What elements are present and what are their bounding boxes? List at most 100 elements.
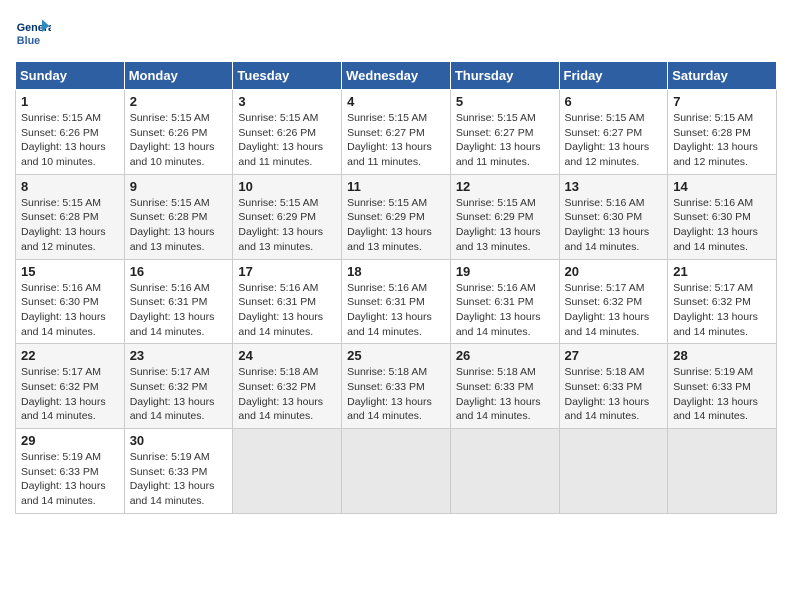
- calendar-cell: 8 Sunrise: 5:15 AM Sunset: 6:28 PM Dayli…: [16, 174, 125, 259]
- day-detail: Sunrise: 5:15 AM Sunset: 6:27 PM Dayligh…: [347, 111, 445, 170]
- day-detail: Sunrise: 5:17 AM Sunset: 6:32 PM Dayligh…: [673, 281, 771, 340]
- calendar-cell: [559, 429, 668, 514]
- day-number: 28: [673, 348, 771, 363]
- day-number: 4: [347, 94, 445, 109]
- day-detail: Sunrise: 5:19 AM Sunset: 6:33 PM Dayligh…: [130, 450, 228, 509]
- day-number: 16: [130, 264, 228, 279]
- calendar-cell: 6 Sunrise: 5:15 AM Sunset: 6:27 PM Dayli…: [559, 90, 668, 175]
- calendar-cell: [668, 429, 777, 514]
- calendar-week-3: 15 Sunrise: 5:16 AM Sunset: 6:30 PM Dayl…: [16, 259, 777, 344]
- calendar-cell: 15 Sunrise: 5:16 AM Sunset: 6:30 PM Dayl…: [16, 259, 125, 344]
- calendar-cell: 30 Sunrise: 5:19 AM Sunset: 6:33 PM Dayl…: [124, 429, 233, 514]
- day-detail: Sunrise: 5:15 AM Sunset: 6:28 PM Dayligh…: [21, 196, 119, 255]
- day-number: 27: [565, 348, 663, 363]
- calendar-cell: 17 Sunrise: 5:16 AM Sunset: 6:31 PM Dayl…: [233, 259, 342, 344]
- weekday-header-thursday: Thursday: [450, 62, 559, 90]
- day-detail: Sunrise: 5:16 AM Sunset: 6:31 PM Dayligh…: [238, 281, 336, 340]
- day-number: 21: [673, 264, 771, 279]
- day-number: 29: [21, 433, 119, 448]
- day-number: 6: [565, 94, 663, 109]
- day-number: 12: [456, 179, 554, 194]
- weekday-header-monday: Monday: [124, 62, 233, 90]
- day-detail: Sunrise: 5:16 AM Sunset: 6:30 PM Dayligh…: [673, 196, 771, 255]
- day-detail: Sunrise: 5:18 AM Sunset: 6:32 PM Dayligh…: [238, 365, 336, 424]
- day-detail: Sunrise: 5:18 AM Sunset: 6:33 PM Dayligh…: [347, 365, 445, 424]
- calendar-cell: 10 Sunrise: 5:15 AM Sunset: 6:29 PM Dayl…: [233, 174, 342, 259]
- day-detail: Sunrise: 5:16 AM Sunset: 6:31 PM Dayligh…: [347, 281, 445, 340]
- day-detail: Sunrise: 5:15 AM Sunset: 6:28 PM Dayligh…: [130, 196, 228, 255]
- day-number: 13: [565, 179, 663, 194]
- calendar-cell: 12 Sunrise: 5:15 AM Sunset: 6:29 PM Dayl…: [450, 174, 559, 259]
- calendar-cell: 13 Sunrise: 5:16 AM Sunset: 6:30 PM Dayl…: [559, 174, 668, 259]
- weekday-header-wednesday: Wednesday: [342, 62, 451, 90]
- day-number: 7: [673, 94, 771, 109]
- day-detail: Sunrise: 5:17 AM Sunset: 6:32 PM Dayligh…: [565, 281, 663, 340]
- day-detail: Sunrise: 5:15 AM Sunset: 6:26 PM Dayligh…: [21, 111, 119, 170]
- day-detail: Sunrise: 5:17 AM Sunset: 6:32 PM Dayligh…: [130, 365, 228, 424]
- calendar-cell: 29 Sunrise: 5:19 AM Sunset: 6:33 PM Dayl…: [16, 429, 125, 514]
- logo: General Blue: [15, 15, 51, 51]
- day-number: 8: [21, 179, 119, 194]
- day-detail: Sunrise: 5:15 AM Sunset: 6:28 PM Dayligh…: [673, 111, 771, 170]
- day-number: 23: [130, 348, 228, 363]
- calendar-cell: 27 Sunrise: 5:18 AM Sunset: 6:33 PM Dayl…: [559, 344, 668, 429]
- day-number: 25: [347, 348, 445, 363]
- weekday-header-saturday: Saturday: [668, 62, 777, 90]
- calendar-cell: 20 Sunrise: 5:17 AM Sunset: 6:32 PM Dayl…: [559, 259, 668, 344]
- calendar-cell: 7 Sunrise: 5:15 AM Sunset: 6:28 PM Dayli…: [668, 90, 777, 175]
- day-number: 15: [21, 264, 119, 279]
- day-detail: Sunrise: 5:18 AM Sunset: 6:33 PM Dayligh…: [456, 365, 554, 424]
- day-number: 17: [238, 264, 336, 279]
- calendar-week-1: 1 Sunrise: 5:15 AM Sunset: 6:26 PM Dayli…: [16, 90, 777, 175]
- calendar-cell: 4 Sunrise: 5:15 AM Sunset: 6:27 PM Dayli…: [342, 90, 451, 175]
- day-number: 5: [456, 94, 554, 109]
- day-number: 30: [130, 433, 228, 448]
- day-detail: Sunrise: 5:15 AM Sunset: 6:29 PM Dayligh…: [456, 196, 554, 255]
- weekday-header-sunday: Sunday: [16, 62, 125, 90]
- day-detail: Sunrise: 5:15 AM Sunset: 6:26 PM Dayligh…: [238, 111, 336, 170]
- calendar-week-5: 29 Sunrise: 5:19 AM Sunset: 6:33 PM Dayl…: [16, 429, 777, 514]
- page-header: General Blue: [15, 15, 777, 51]
- day-detail: Sunrise: 5:15 AM Sunset: 6:27 PM Dayligh…: [456, 111, 554, 170]
- day-detail: Sunrise: 5:19 AM Sunset: 6:33 PM Dayligh…: [21, 450, 119, 509]
- day-detail: Sunrise: 5:19 AM Sunset: 6:33 PM Dayligh…: [673, 365, 771, 424]
- calendar-cell: [342, 429, 451, 514]
- weekday-header-tuesday: Tuesday: [233, 62, 342, 90]
- calendar-cell: 9 Sunrise: 5:15 AM Sunset: 6:28 PM Dayli…: [124, 174, 233, 259]
- calendar-cell: 18 Sunrise: 5:16 AM Sunset: 6:31 PM Dayl…: [342, 259, 451, 344]
- calendar-cell: 26 Sunrise: 5:18 AM Sunset: 6:33 PM Dayl…: [450, 344, 559, 429]
- calendar-cell: 1 Sunrise: 5:15 AM Sunset: 6:26 PM Dayli…: [16, 90, 125, 175]
- calendar-cell: 19 Sunrise: 5:16 AM Sunset: 6:31 PM Dayl…: [450, 259, 559, 344]
- day-number: 2: [130, 94, 228, 109]
- calendar-cell: 23 Sunrise: 5:17 AM Sunset: 6:32 PM Dayl…: [124, 344, 233, 429]
- calendar-cell: 2 Sunrise: 5:15 AM Sunset: 6:26 PM Dayli…: [124, 90, 233, 175]
- day-number: 11: [347, 179, 445, 194]
- calendar-cell: 28 Sunrise: 5:19 AM Sunset: 6:33 PM Dayl…: [668, 344, 777, 429]
- calendar-cell: 11 Sunrise: 5:15 AM Sunset: 6:29 PM Dayl…: [342, 174, 451, 259]
- day-number: 1: [21, 94, 119, 109]
- day-detail: Sunrise: 5:18 AM Sunset: 6:33 PM Dayligh…: [565, 365, 663, 424]
- calendar-cell: 3 Sunrise: 5:15 AM Sunset: 6:26 PM Dayli…: [233, 90, 342, 175]
- calendar-header-row: SundayMondayTuesdayWednesdayThursdayFrid…: [16, 62, 777, 90]
- svg-text:Blue: Blue: [17, 35, 40, 47]
- day-number: 19: [456, 264, 554, 279]
- day-detail: Sunrise: 5:16 AM Sunset: 6:30 PM Dayligh…: [21, 281, 119, 340]
- day-number: 22: [21, 348, 119, 363]
- day-detail: Sunrise: 5:17 AM Sunset: 6:32 PM Dayligh…: [21, 365, 119, 424]
- day-detail: Sunrise: 5:16 AM Sunset: 6:30 PM Dayligh…: [565, 196, 663, 255]
- calendar-table: SundayMondayTuesdayWednesdayThursdayFrid…: [15, 61, 777, 514]
- calendar-cell: 22 Sunrise: 5:17 AM Sunset: 6:32 PM Dayl…: [16, 344, 125, 429]
- calendar-cell: 25 Sunrise: 5:18 AM Sunset: 6:33 PM Dayl…: [342, 344, 451, 429]
- day-detail: Sunrise: 5:15 AM Sunset: 6:27 PM Dayligh…: [565, 111, 663, 170]
- day-number: 26: [456, 348, 554, 363]
- day-number: 10: [238, 179, 336, 194]
- weekday-header-friday: Friday: [559, 62, 668, 90]
- day-number: 18: [347, 264, 445, 279]
- day-number: 24: [238, 348, 336, 363]
- logo-icon: General Blue: [15, 15, 51, 51]
- calendar-cell: [450, 429, 559, 514]
- day-detail: Sunrise: 5:15 AM Sunset: 6:29 PM Dayligh…: [238, 196, 336, 255]
- calendar-cell: 5 Sunrise: 5:15 AM Sunset: 6:27 PM Dayli…: [450, 90, 559, 175]
- day-number: 9: [130, 179, 228, 194]
- calendar-body: 1 Sunrise: 5:15 AM Sunset: 6:26 PM Dayli…: [16, 90, 777, 514]
